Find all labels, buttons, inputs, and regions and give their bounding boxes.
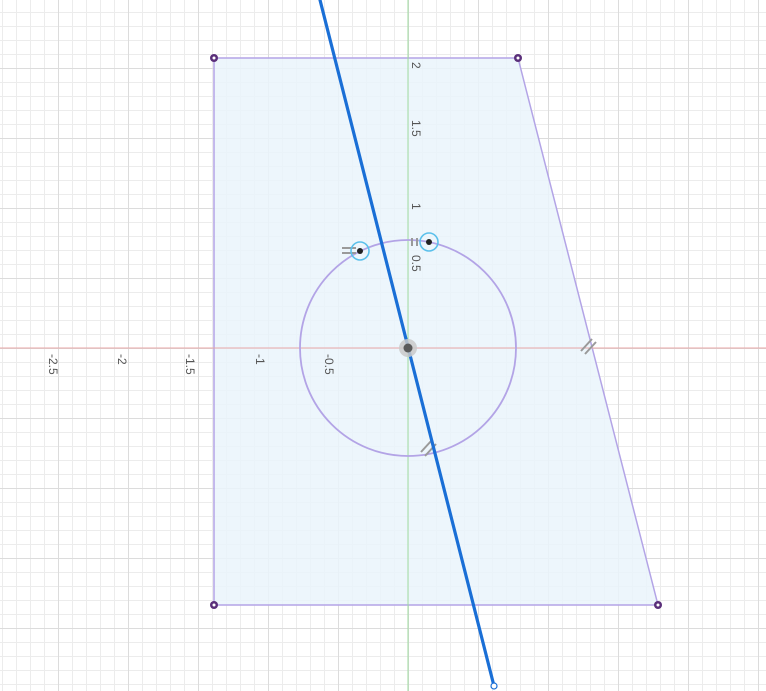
- vertex-top-right[interactable]: [514, 54, 522, 62]
- x-tick-label: -1: [253, 354, 267, 365]
- x-tick-label: -2.5: [46, 354, 60, 375]
- vertex-bottom-right[interactable]: [654, 601, 662, 609]
- y-tick-label: 2: [409, 62, 423, 69]
- sketch-profile[interactable]: [213, 57, 659, 606]
- y-tick-label: 1: [409, 203, 423, 210]
- vertex-top-left[interactable]: [210, 54, 218, 62]
- constrained-point-right[interactable]: [426, 239, 432, 245]
- vertex-bottom-left[interactable]: [210, 601, 218, 609]
- constrained-point-left[interactable]: [357, 248, 363, 254]
- y-tick-label: 0.5: [409, 255, 423, 272]
- y-tick-label: 1.5: [409, 120, 423, 137]
- x-tick-label: -0.5: [322, 354, 336, 375]
- x-tick-label: -2: [115, 354, 129, 365]
- line-endpoint[interactable]: [490, 682, 498, 690]
- x-tick-label: -1.5: [183, 354, 197, 375]
- origin-point[interactable]: [399, 339, 417, 357]
- sketch-canvas[interactable]: -2.5 -2 -1.5 -1 -0.5 2 1.5 1 0.5: [0, 0, 766, 691]
